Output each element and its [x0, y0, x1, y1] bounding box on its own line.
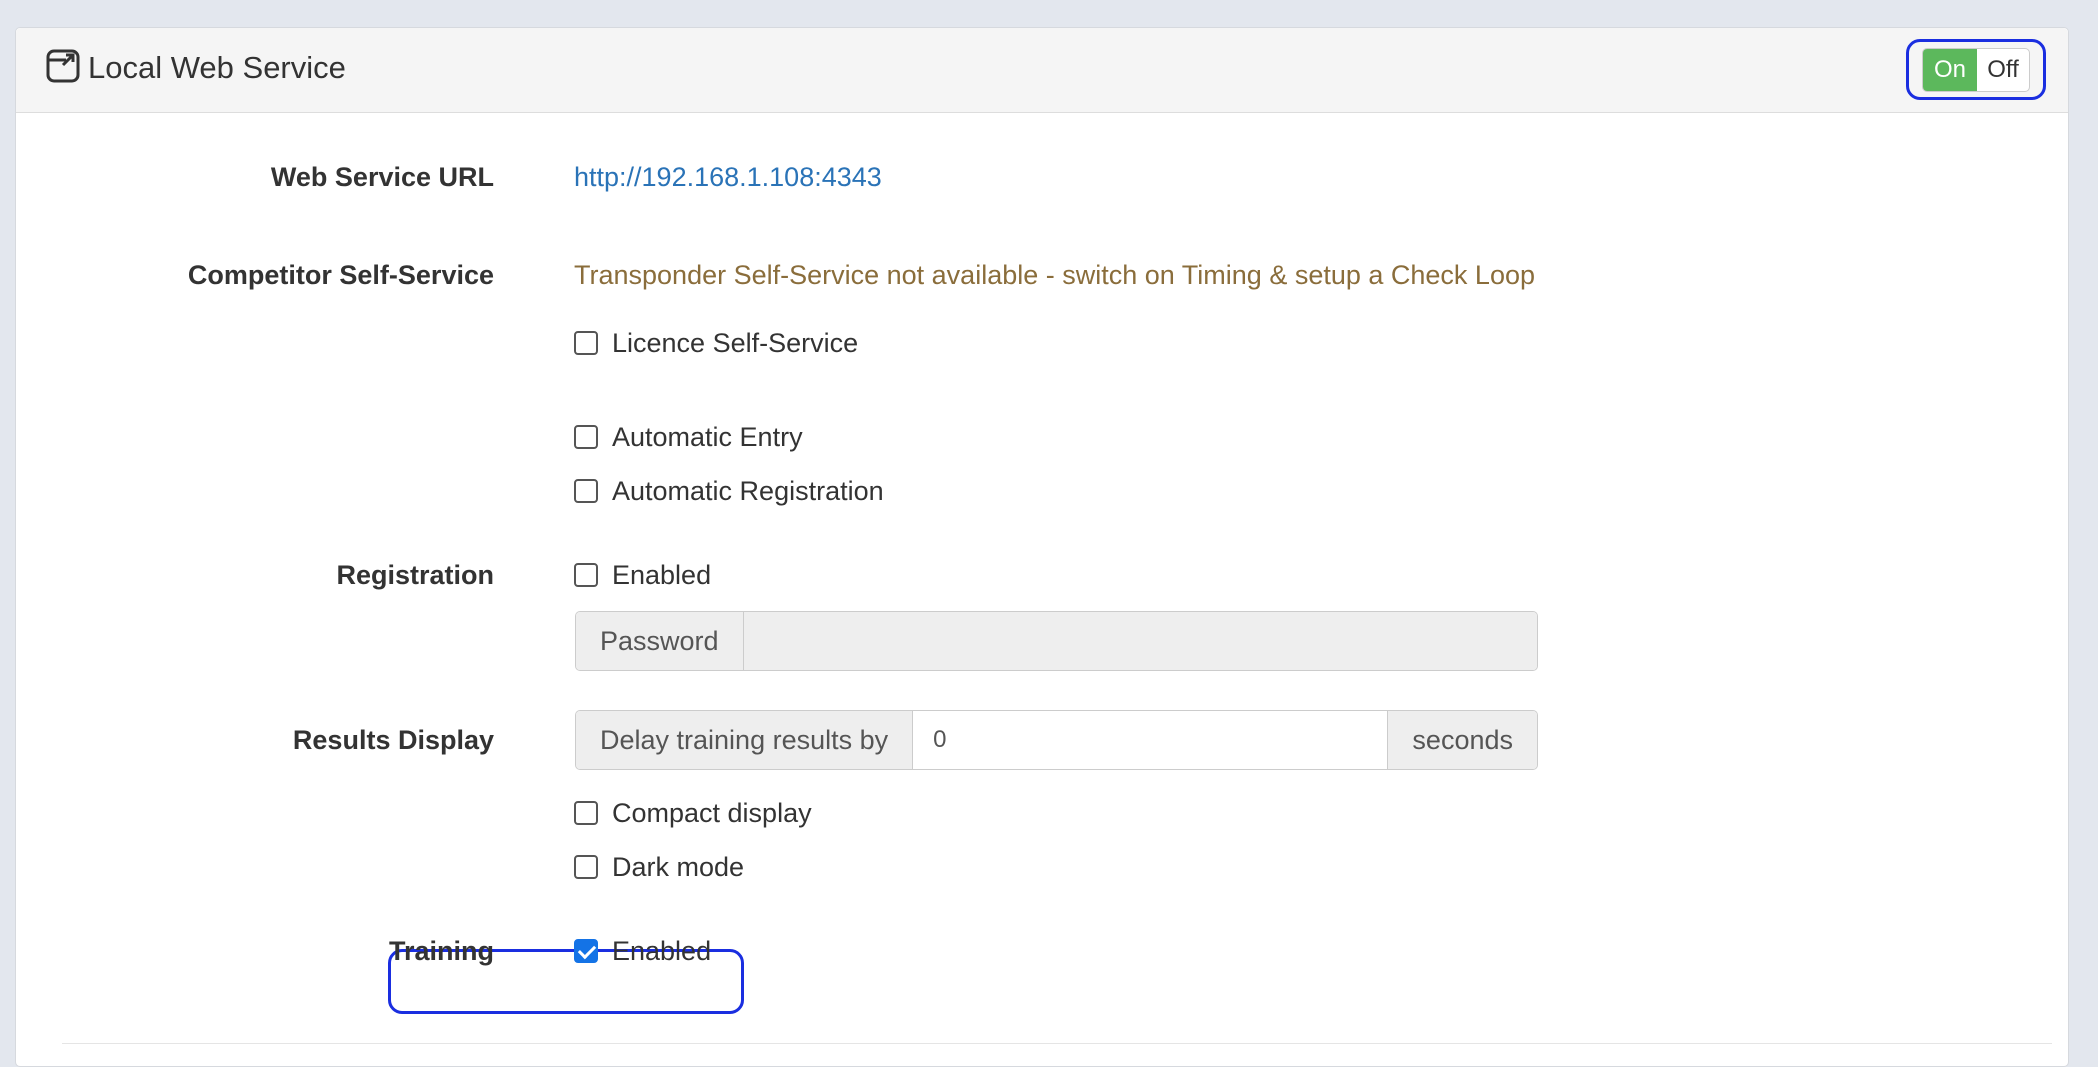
section-divider	[62, 1043, 2052, 1044]
delay-addon-label: Delay training results by	[576, 711, 914, 769]
toggle-off-button[interactable]: Off	[1977, 49, 2029, 91]
local-web-service-panel: Local Web Service On Off Web Service URL…	[15, 27, 2069, 1067]
password-addon-label: Password	[576, 612, 744, 670]
automatic-entry-checkbox[interactable]	[574, 425, 598, 449]
delay-input-group: Delay training results by 0 seconds	[575, 710, 1538, 770]
transponder-warning-text: Transponder Self-Service not available -…	[574, 260, 1535, 290]
compact-display-label: Compact display	[612, 798, 812, 828]
password-input[interactable]	[743, 612, 1537, 670]
compact-display-checkbox[interactable]	[574, 801, 598, 825]
service-toggle[interactable]: On Off	[1922, 48, 2030, 92]
password-input-group: Password	[575, 611, 1538, 671]
registration-enabled-checkbox[interactable]	[574, 563, 598, 587]
external-window-icon	[46, 49, 80, 83]
licence-self-service-option[interactable]: Licence Self-Service	[574, 326, 858, 360]
panel-header: Local Web Service	[16, 28, 2068, 113]
automatic-registration-checkbox[interactable]	[574, 479, 598, 503]
dark-mode-label: Dark mode	[612, 852, 745, 882]
seconds-addon-label: seconds	[1387, 711, 1537, 769]
registration-enabled-label: Enabled	[612, 560, 712, 590]
registration-label: Registration	[336, 560, 494, 590]
automatic-registration-option[interactable]: Automatic Registration	[574, 474, 884, 508]
automatic-registration-label: Automatic Registration	[612, 476, 884, 506]
dark-mode-checkbox[interactable]	[574, 855, 598, 879]
web-service-url-link[interactable]: http://192.168.1.108:4343	[574, 160, 882, 194]
compact-display-option[interactable]: Compact display	[574, 796, 812, 830]
automatic-entry-label: Automatic Entry	[612, 422, 803, 452]
training-enabled-checkbox[interactable]	[574, 939, 598, 963]
training-enabled-label: Enabled	[612, 936, 712, 966]
licence-self-service-checkbox[interactable]	[574, 331, 598, 355]
delay-seconds-input[interactable]: 0	[913, 711, 1388, 769]
training-enabled-option[interactable]: Enabled	[574, 934, 711, 968]
results-display-label: Results Display	[292, 725, 494, 755]
dark-mode-option[interactable]: Dark mode	[574, 850, 744, 884]
competitor-self-service-label: Competitor Self-Service	[187, 260, 494, 290]
licence-self-service-label: Licence Self-Service	[612, 328, 859, 358]
web-service-url-label: Web Service URL	[270, 162, 494, 192]
training-label: Training	[388, 936, 494, 966]
panel-title: Local Web Service	[88, 50, 346, 85]
registration-enabled-option[interactable]: Enabled	[574, 558, 711, 592]
automatic-entry-option[interactable]: Automatic Entry	[574, 420, 803, 454]
toggle-on-button[interactable]: On	[1923, 49, 1977, 91]
